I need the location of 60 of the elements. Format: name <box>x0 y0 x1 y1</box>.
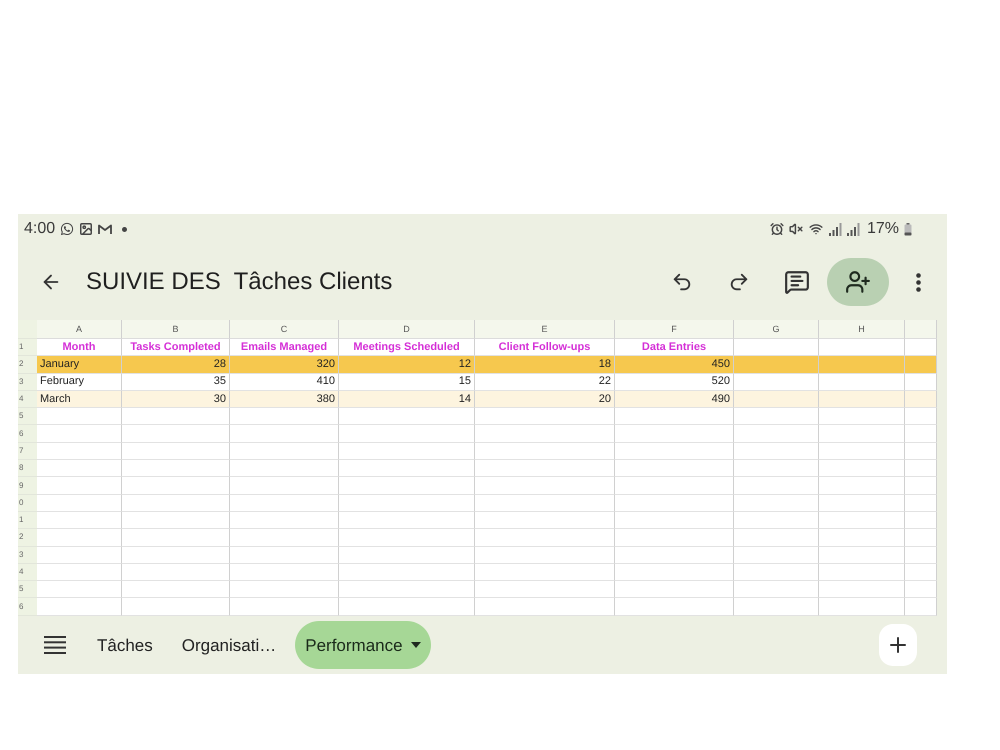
sheet-tab[interactable]: Organisati… <box>172 621 286 669</box>
empty-cell <box>905 442 937 460</box>
menu-button[interactable] <box>44 634 66 656</box>
row-number: 4 <box>18 390 37 408</box>
row-number: 0 <box>18 494 37 512</box>
row-number: 1 <box>18 512 37 530</box>
mail-icon <box>98 224 112 234</box>
row-number: 2 <box>18 356 37 374</box>
row-number: 5 <box>18 408 37 426</box>
table-cell: March <box>37 390 122 408</box>
dot-icon <box>122 226 128 232</box>
table-cell: 490 <box>615 390 734 408</box>
table-cell: 380 <box>230 390 339 408</box>
table-cell: 30 <box>122 390 230 408</box>
table-cell: 14 <box>339 390 475 408</box>
row-number: 1 <box>18 339 37 356</box>
signal-icon <box>828 222 842 236</box>
signal-icon <box>846 222 860 236</box>
row-number: 7 <box>18 442 37 460</box>
document-title: SUIVIE DES Tâches Clients <box>86 270 392 294</box>
row-number: 8 <box>18 460 37 478</box>
empty-cell <box>905 477 937 495</box>
table-cell: 20 <box>475 390 615 408</box>
redo-icon <box>728 271 750 293</box>
sheet-tab[interactable]: Performance <box>295 621 431 669</box>
empty-cell <box>905 529 937 547</box>
empty-cell <box>905 598 937 616</box>
row-number: 4 <box>18 564 37 582</box>
row-number: 3 <box>18 546 37 564</box>
sheet-tab[interactable]: Tâches <box>87 621 163 669</box>
empty-cell <box>905 494 937 512</box>
share-button[interactable] <box>827 258 889 306</box>
more-icon <box>916 272 920 292</box>
row-number: 6 <box>18 598 37 616</box>
row-number: 9 <box>18 477 37 495</box>
comment-icon <box>784 269 810 295</box>
empty-cell <box>905 425 937 443</box>
mute-icon <box>788 222 803 236</box>
image-icon <box>79 222 94 236</box>
caret-icon <box>410 642 421 648</box>
empty-cell <box>905 564 937 582</box>
empty-cell <box>905 408 937 426</box>
row-number: 3 <box>18 374 37 391</box>
menu-icon <box>44 636 66 654</box>
battery-icon <box>904 222 912 236</box>
empty-cell <box>905 512 937 530</box>
add-sheet-button[interactable] <box>879 624 917 666</box>
add-person-icon <box>845 269 871 295</box>
empty-cell <box>905 546 937 564</box>
status-time: 4:00 <box>24 221 56 237</box>
row-number: 2 <box>18 529 37 547</box>
empty-cell <box>905 581 937 598</box>
wifi-icon <box>808 222 824 236</box>
alarm-icon <box>770 222 784 236</box>
row-number: 5 <box>18 581 37 598</box>
phone-bubble-icon <box>60 222 74 236</box>
row-number: 6 <box>18 425 37 443</box>
undo-icon <box>671 271 693 293</box>
battery-percent: 17% <box>866 221 899 237</box>
empty-cell <box>905 460 937 478</box>
